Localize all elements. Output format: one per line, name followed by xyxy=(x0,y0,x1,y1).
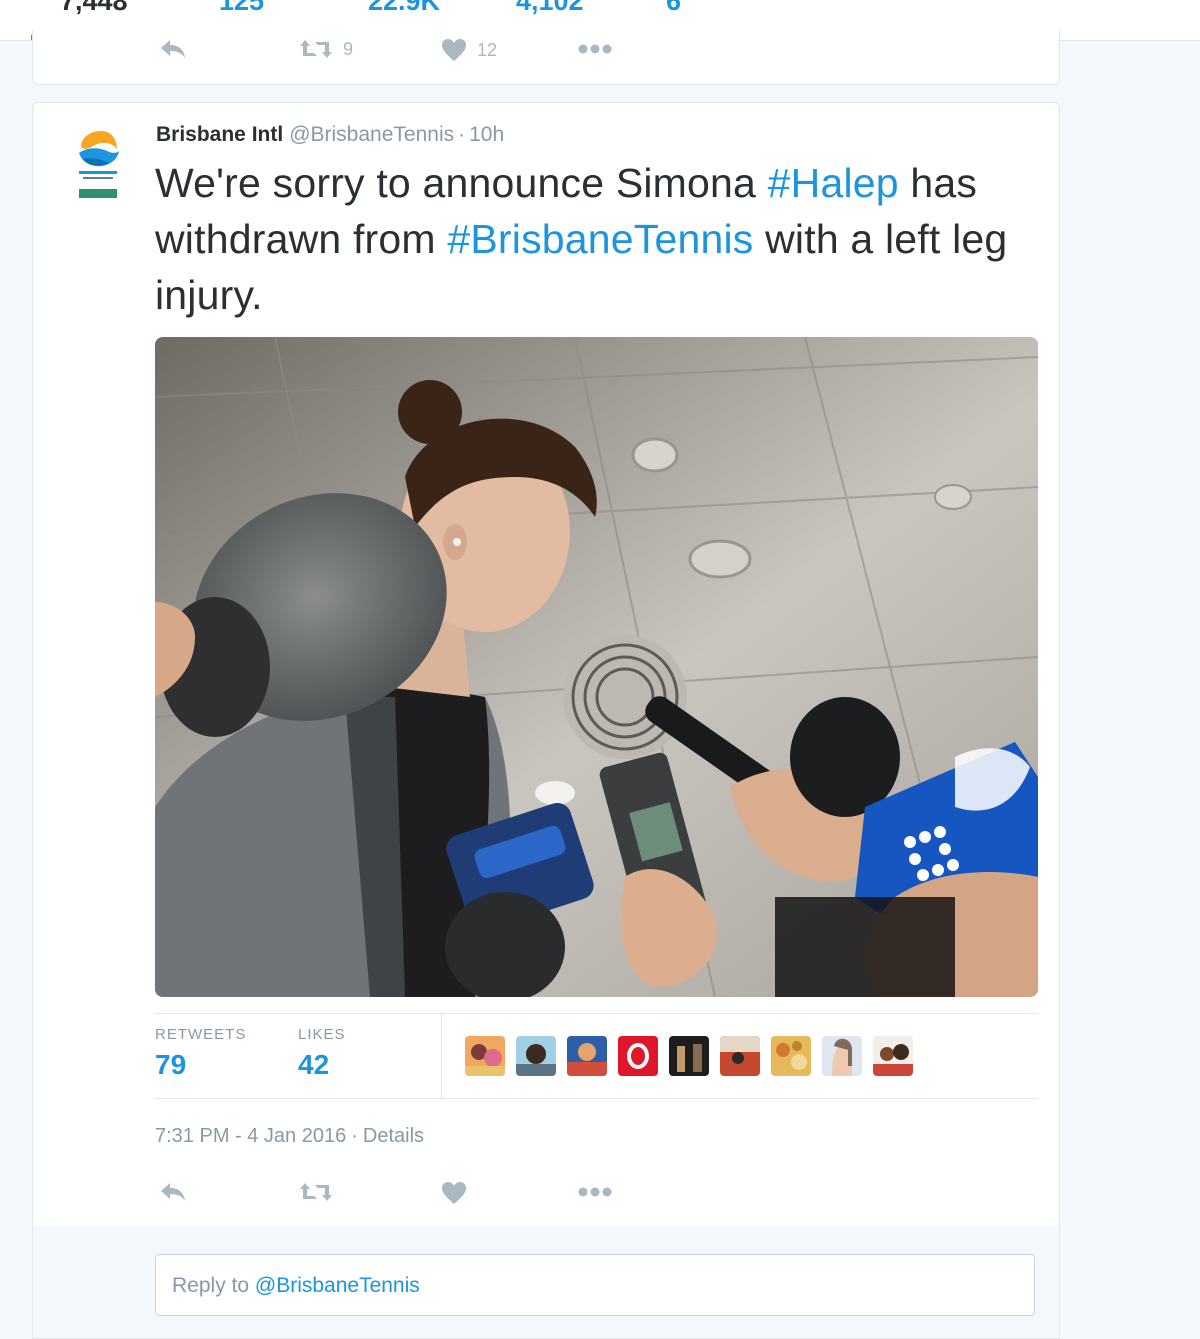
liker-avatar[interactable] xyxy=(516,1036,556,1076)
reply-icon xyxy=(159,1181,187,1203)
liker-avatar[interactable] xyxy=(822,1036,862,1076)
retweets-value: 79 xyxy=(155,1049,187,1080)
likes-value: 42 xyxy=(298,1049,330,1080)
previous-tweet-actions: 9 12 xyxy=(32,30,1060,85)
more-icon xyxy=(577,38,613,60)
liker-avatar[interactable] xyxy=(720,1036,760,1076)
brisbane-logo-icon xyxy=(79,131,119,198)
likes-stat[interactable]: LIKES 42 xyxy=(298,1026,346,1081)
tweet-stats: RETWEETS 79 LIKES 42 xyxy=(155,1013,1038,1099)
retweet-button[interactable]: 9 xyxy=(299,38,353,60)
heart-icon xyxy=(441,38,467,62)
stat-followers-count[interactable]: 22.9K xyxy=(368,0,440,16)
tweet-text: We're sorry to announce Simona #Halep ha… xyxy=(155,155,1035,323)
reply-area: Reply to @BrisbaneTennis xyxy=(32,1226,1060,1339)
retweet-icon xyxy=(299,1181,333,1203)
author-name[interactable]: Brisbane Intl xyxy=(156,123,283,146)
reply-mention: @BrisbaneTennis xyxy=(254,1274,420,1297)
more-icon xyxy=(577,1181,613,1203)
stat-likes-count[interactable]: 4,102 xyxy=(516,0,584,16)
liker-avatar[interactable] xyxy=(618,1036,658,1076)
hashtag-link[interactable]: #Halep xyxy=(768,160,899,206)
stat-lists-count[interactable]: 6 xyxy=(666,0,681,16)
stats-divider xyxy=(441,1014,442,1098)
tweet-card: Brisbane Intl @BrisbaneTennis · 10h We're s… xyxy=(32,102,1060,1228)
liker-avatar[interactable] xyxy=(771,1036,811,1076)
reply-icon xyxy=(159,38,187,60)
more-button[interactable] xyxy=(577,1181,613,1203)
retweets-stat[interactable]: RETWEETS 79 xyxy=(155,1026,246,1081)
liker-avatar[interactable] xyxy=(873,1036,913,1076)
tweet-header: Brisbane Intl @BrisbaneTennis · 10h xyxy=(156,123,504,147)
like-button[interactable]: 12 xyxy=(441,38,497,62)
author-handle[interactable]: @BrisbaneTennis xyxy=(289,123,454,146)
photo-press-microphones xyxy=(155,337,1038,997)
heart-icon xyxy=(441,1181,467,1205)
like-count: 12 xyxy=(477,39,498,60)
tweet-time-ago[interactable]: 10h xyxy=(469,123,504,146)
avatar[interactable] xyxy=(73,129,123,209)
timestamp-text[interactable]: 7:31 PM - 4 Jan 2016 xyxy=(155,1125,346,1147)
reply-button[interactable] xyxy=(159,38,187,60)
likes-label: LIKES xyxy=(298,1026,346,1043)
liker-avatar[interactable] xyxy=(465,1036,505,1076)
header-separator: · xyxy=(458,123,466,146)
liker-avatar[interactable] xyxy=(567,1036,607,1076)
tweet-text-part: We're sorry to announce Simona xyxy=(155,160,768,206)
like-button[interactable] xyxy=(441,1181,467,1205)
reply-button[interactable] xyxy=(159,1181,187,1203)
tweet-timestamp: 7:31 PM - 4 Jan 2016 · Details xyxy=(155,1125,424,1148)
reply-input[interactable]: Reply to @BrisbaneTennis xyxy=(155,1254,1035,1316)
retweet-button[interactable] xyxy=(299,1181,333,1203)
liker-avatar[interactable] xyxy=(669,1036,709,1076)
retweet-count: 9 xyxy=(343,38,354,59)
retweet-icon xyxy=(299,38,333,60)
reply-placeholder-prefix: Reply to xyxy=(172,1274,255,1297)
timestamp-separator: · xyxy=(351,1125,358,1147)
stat-following-count[interactable]: 125 xyxy=(219,0,264,16)
tweet-photo[interactable] xyxy=(155,337,1038,997)
details-link[interactable]: Details xyxy=(363,1125,424,1147)
stat-tweets-count[interactable]: 7,448 xyxy=(60,0,128,16)
hashtag-link[interactable]: #BrisbaneTennis xyxy=(447,216,753,262)
retweets-label: RETWEETS xyxy=(155,1026,247,1043)
more-button[interactable] xyxy=(577,38,613,60)
right-rail xyxy=(1062,41,1200,1338)
